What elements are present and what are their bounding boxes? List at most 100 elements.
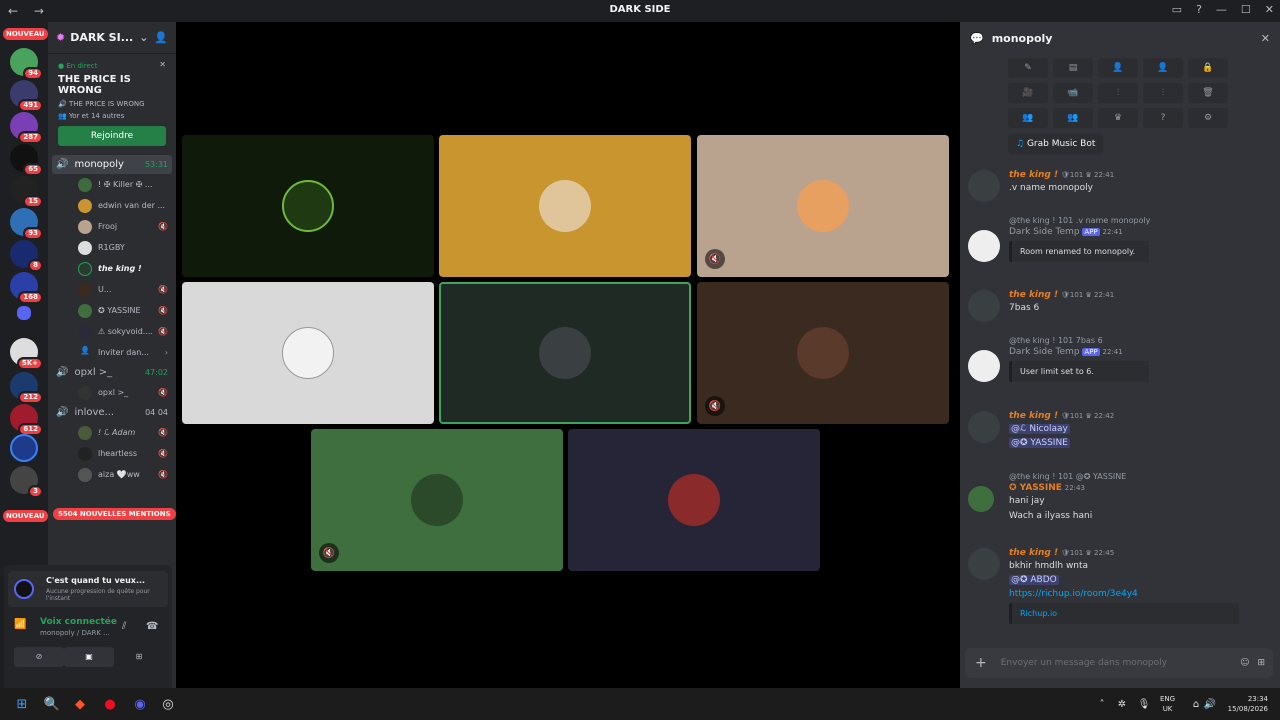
activity-card[interactable]: C'est quand tu veux... Aucune progressio… [8,571,168,607]
participant-tile[interactable]: 🔇 [311,429,563,571]
avatar[interactable] [968,486,994,512]
camera-off-button[interactable]: ⊘ [14,647,64,667]
avatar[interactable] [968,170,1000,202]
voice-channel-opxl[interactable]: 🔊 opxl >_ 47:02 [48,363,176,382]
voice-member[interactable]: ! ℒ Adam 🔇 [48,422,176,443]
users-icon[interactable]: 👥 [1008,108,1048,128]
voice-member[interactable]: R1GBY [48,237,176,258]
join-button[interactable]: Rejoindre [58,126,166,146]
avatar[interactable] [968,290,1000,322]
question-icon[interactable]: ? [1143,108,1183,128]
voice-member[interactable]: edwin van der ... [48,195,176,216]
close-icon[interactable]: ✕ [1261,32,1270,45]
minimize-button[interactable]: — [1216,3,1227,16]
activities-button[interactable]: ⊞ [114,647,164,667]
voice-member[interactable]: Frooj 🔇 [48,216,176,237]
video-icon[interactable]: 📹 [1053,83,1093,103]
windows-start-icon[interactable]: ⊞ [12,694,32,714]
grab-music-bot-button[interactable]: ♫ Grab Music Bot [1008,134,1104,154]
voice-member[interactable]: ✪ YASSINE 🔇 [48,300,176,321]
mentions-banner[interactable]: 5504 NOUVELLES MENTIONS [53,508,176,520]
limit-icon[interactable]: ▤ [1053,58,1093,78]
participant-tile[interactable]: 🔇 [697,282,949,424]
steam-icon[interactable]: ◎ [158,694,178,714]
server-header[interactable]: ✹ DARK SI... ⌄ 👤 [48,22,176,54]
chevron-down-icon[interactable]: ⌄ [139,31,148,44]
lock-icon[interactable]: 🔒 [1188,58,1228,78]
server-icon[interactable]: 65 [10,144,43,176]
voice-member[interactable]: the king ! [48,258,176,279]
screen-share-button[interactable]: ▣ [64,647,114,667]
maximize-button[interactable]: ☐ [1241,3,1251,16]
user-mention[interactable]: @✪ ABDO [1009,575,1059,585]
app-icon[interactable]: ● [100,694,120,714]
noise-suppression-icon[interactable]: ⫽ [122,621,126,632]
bot-avatar[interactable] [968,350,1000,382]
add-user-icon[interactable]: 👤 [154,31,168,44]
user-icon[interactable]: 👤 [1098,58,1138,78]
server-icon[interactable]: 491 [10,80,43,112]
clock[interactable]: 23:34 15/08/2026 [1226,694,1268,714]
voice-member[interactable]: U... 🔇 [48,279,176,300]
invite-item[interactable]: 👤 Inviter dan... › [48,342,176,363]
link-embed[interactable]: Richup.io [1009,603,1239,624]
emoji-icon[interactable]: ☺ [1240,658,1249,668]
inbox-icon[interactable]: ▭ [1172,3,1182,16]
add-attachment-icon[interactable]: + [975,655,987,671]
participant-tile[interactable] [439,282,691,424]
microphone-icon[interactable]: 🎙 [1134,694,1154,714]
apps-icon[interactable]: ⊞ [1257,658,1265,668]
user-mention[interactable]: @✪ YASSINE [1009,438,1070,448]
avatar[interactable] [968,411,1000,443]
voice-member[interactable]: opxl >_ 🔇 [48,382,176,403]
help-icon[interactable]: ? [1196,3,1202,16]
server-icon[interactable] [10,434,38,462]
server-icon[interactable]: 168 [10,272,43,304]
server-icon[interactable]: 8 [10,240,43,272]
avatar[interactable] [968,548,1000,580]
users-add-icon[interactable]: 👥 [1053,108,1093,128]
close-button[interactable]: ✕ [1265,3,1274,16]
voice-member[interactable]: aiza 🤍ww 🔇 [48,464,176,485]
server-icon[interactable]: 5K+ [10,338,43,370]
voice-status[interactable]: Voix connectée [40,617,117,627]
user-mention[interactable]: @ℒ Nicolaay [1009,424,1070,434]
participant-tile[interactable] [182,135,434,277]
server-icon[interactable]: 93 [10,208,43,240]
bitrate-icon[interactable]: ⫶ [1143,83,1183,103]
camera-icon[interactable]: 🎥 [1008,83,1048,103]
search-icon[interactable]: 🔍 [42,694,62,714]
language-indicator[interactable]: ENG UK [1160,694,1175,714]
participant-tile[interactable]: 🔇 [697,135,949,277]
server-icon[interactable]: 612 [10,404,43,436]
settings-gear-icon[interactable]: ⚙ [1188,108,1228,128]
trash-icon[interactable]: 🗑 [1188,83,1228,103]
brave-browser-icon[interactable]: ◆ [70,694,90,714]
user-lock-icon[interactable]: 👤 [1143,58,1183,78]
chevron-up-icon[interactable]: ˄ [1092,694,1112,714]
message-link[interactable]: https://richup.io/room/3e4y4 [1009,589,1268,599]
discord-icon[interactable]: ◉ [130,694,150,714]
participant-tile[interactable] [439,135,691,277]
settings-gear-icon[interactable]: ✲ [1112,694,1132,714]
server-icon[interactable]: 3 [10,466,43,498]
disconnect-icon[interactable]: ☎ [146,621,158,632]
crown-icon[interactable]: ♛ [1098,108,1138,128]
rename-icon[interactable]: ✎ [1008,58,1048,78]
server-icon[interactable]: 212 [10,372,43,404]
signal-icon[interactable]: 📶 [14,619,26,630]
participant-tile[interactable] [182,282,434,424]
server-icon[interactable]: 15 [10,176,43,208]
volume-icon[interactable]: 🔊 [1200,694,1220,714]
region-icon[interactable]: ⫶ [1098,83,1138,103]
bot-avatar[interactable] [968,230,1000,262]
voice-channel-inlove[interactable]: 🔊 inlove... 04 04 [48,403,176,422]
server-icon[interactable]: 94 [10,48,43,80]
message-composer[interactable]: + Envoyer un message dans monopoly ☺ ⊞ [965,648,1273,678]
voice-channel-monopoly[interactable]: 🔊 monopoly 53:31 [52,155,172,174]
voice-member[interactable]: lheartless 🔇 [48,443,176,464]
server-icon[interactable]: 287 [10,112,43,144]
voice-member[interactable]: ! ✠ Killer ✠ ... [48,174,176,195]
folder-icon[interactable] [17,306,31,320]
voice-member[interactable]: ⚠ sokyvoid.... 🔇 [48,321,176,342]
